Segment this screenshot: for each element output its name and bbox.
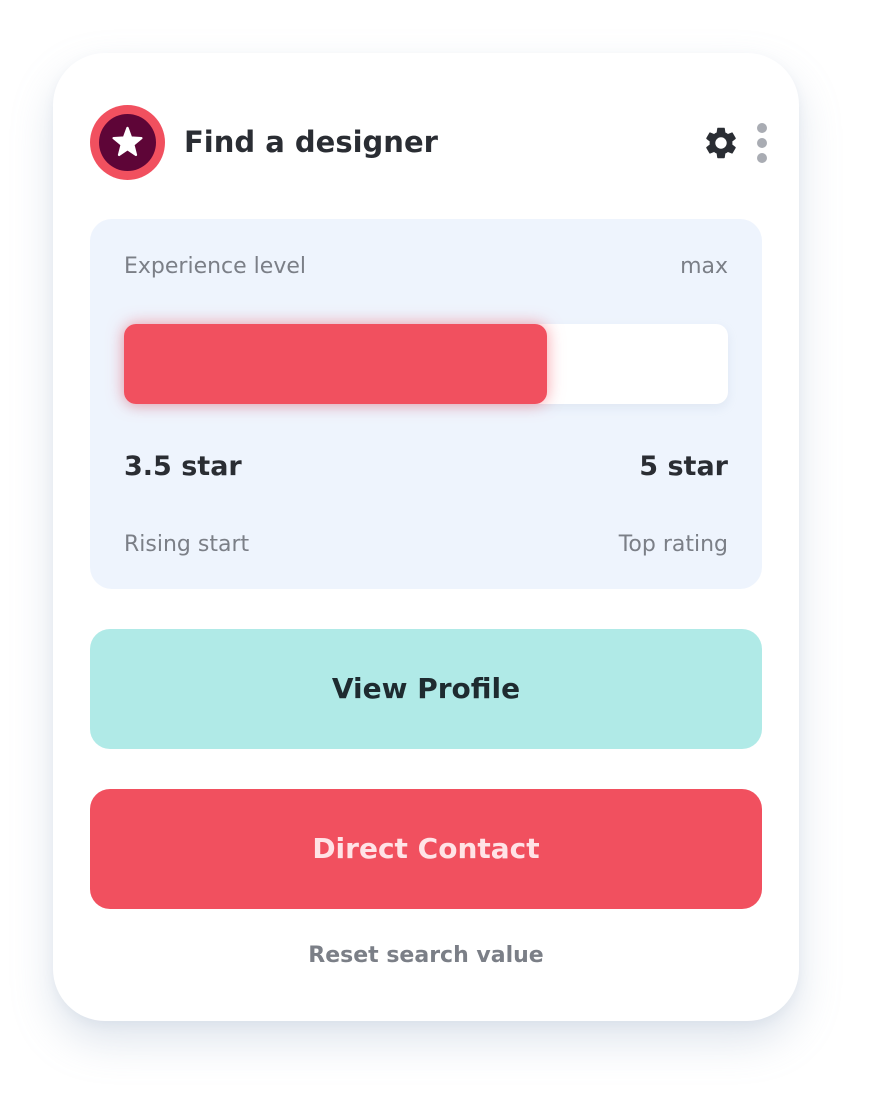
view-profile-button[interactable]: View Profile [90, 629, 762, 749]
experience-label-row: Experience level max [124, 252, 728, 282]
experience-slider-fill[interactable] [124, 324, 547, 404]
max-rating-caption: Top rating [618, 532, 728, 557]
experience-value-row: 3.5 star 5 star [124, 449, 728, 485]
kebab-dot [757, 123, 767, 133]
kebab-dot [757, 153, 767, 163]
avatar-badge [99, 114, 156, 171]
direct-contact-button[interactable]: Direct Contact [90, 789, 762, 909]
max-label: max [680, 254, 728, 279]
card-header: Find a designer [90, 105, 767, 181]
kebab-dot [757, 138, 767, 148]
gear-icon[interactable] [702, 124, 740, 162]
max-rating-value: 5 star [639, 451, 728, 482]
star-icon [112, 126, 143, 157]
designer-search-card: Find a designer Experience level max 3.5… [53, 53, 799, 1021]
min-rating-caption: Rising start [124, 532, 250, 557]
experience-level-label: Experience level [124, 254, 306, 279]
reset-search-link[interactable]: Reset search value [53, 941, 799, 971]
page-title: Find a designer [184, 125, 438, 159]
experience-slider[interactable] [124, 324, 728, 404]
rating-caption-row: Rising start Top rating [124, 530, 728, 560]
avatar [90, 105, 165, 180]
more-vertical-icon[interactable] [752, 123, 772, 163]
current-rating-value: 3.5 star [124, 451, 242, 482]
experience-panel: Experience level max 3.5 star 5 star Ris… [90, 219, 762, 589]
